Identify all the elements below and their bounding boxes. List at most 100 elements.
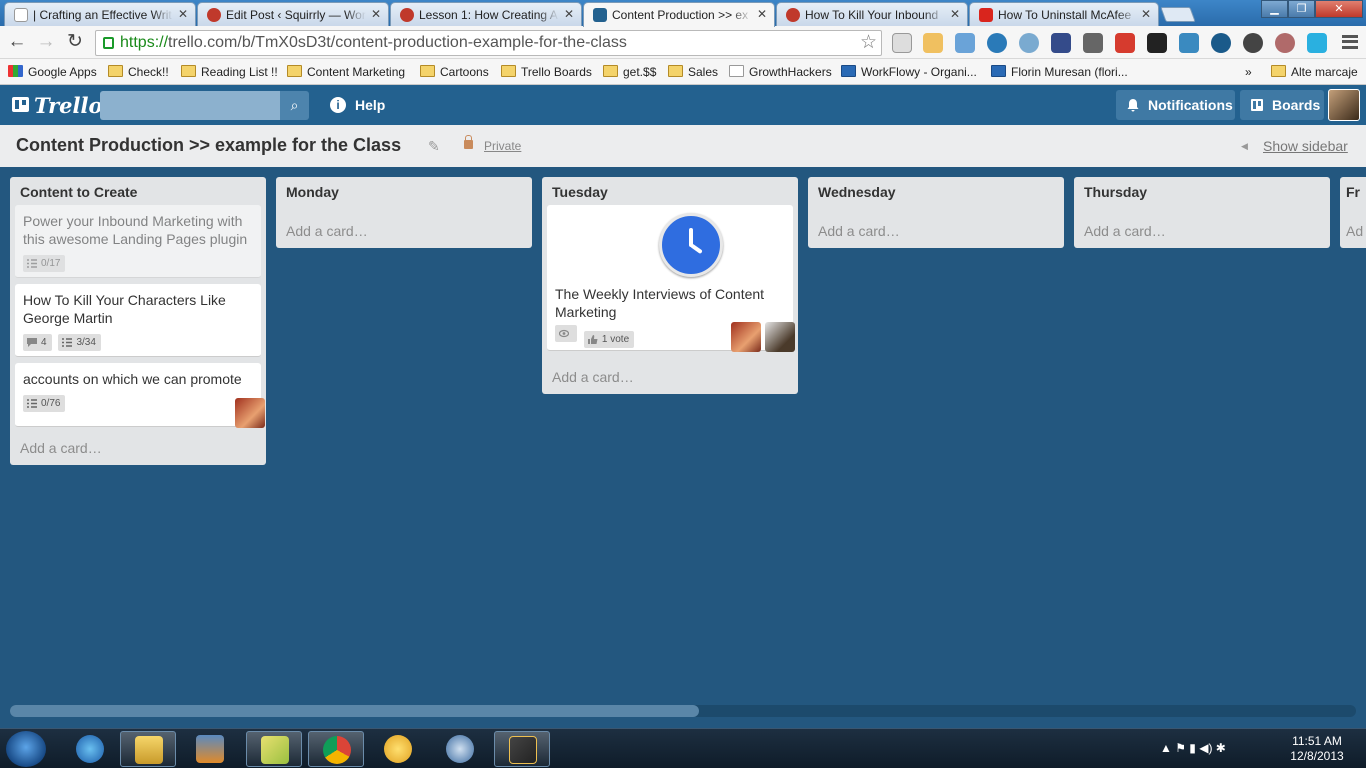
pocket-icon[interactable]	[1083, 33, 1103, 53]
votes-badge: 1 vote	[583, 331, 635, 348]
card[interactable]: The Weekly Interviews of Content Marketi…	[547, 205, 795, 352]
browser-tab[interactable]: | Crafting an Effective Writ ✕	[4, 2, 196, 26]
extension-icon[interactable]	[955, 33, 975, 53]
search-input[interactable]	[100, 91, 280, 120]
reload-icon[interactable]: ↻	[64, 32, 86, 54]
user-avatar[interactable]	[1328, 89, 1360, 121]
bookmarks-overflow-button[interactable]: »	[1225, 63, 1252, 81]
add-card-link[interactable]: Add a card…	[808, 205, 1064, 248]
card[interactable]: accounts on which we can promote 0/76	[15, 363, 265, 428]
maximize-button[interactable]: ❐	[1288, 0, 1315, 18]
close-icon[interactable]: ✕	[757, 7, 767, 21]
bookmark-item[interactable]: Content Marketing	[287, 63, 405, 81]
list-title[interactable]: Content to Create	[10, 177, 266, 205]
browser-tab[interactable]: How To Uninstall McAfee ✕	[969, 2, 1159, 26]
bookmark-item[interactable]: GrowthHackers	[729, 63, 832, 81]
bookmark-item[interactable]: Check!!	[108, 63, 169, 81]
back-icon[interactable]: ←	[6, 32, 28, 54]
bookmark-item[interactable]: Reading List !!	[181, 63, 278, 81]
taskbar-item[interactable]	[246, 731, 302, 767]
address-bar[interactable]: https://trello.com/b/TmX0sD3t/content-pr…	[95, 30, 882, 56]
minimize-button[interactable]: ▁	[1261, 0, 1288, 18]
add-card-link[interactable]: Add a card…	[542, 357, 798, 394]
folder-icon	[1271, 65, 1286, 77]
bookmark-star-icon[interactable]: ☆	[860, 31, 877, 55]
member-avatar[interactable]	[235, 398, 265, 428]
extension-icon[interactable]	[1147, 33, 1167, 53]
scrollbar-thumb[interactable]	[10, 705, 699, 717]
extension-icon[interactable]	[1019, 33, 1039, 53]
bookmark-item[interactable]: WorkFlowy - Organi...	[841, 63, 977, 81]
extension-icon[interactable]	[892, 33, 912, 53]
list-title[interactable]: Fr	[1340, 177, 1366, 205]
browser-tab[interactable]: Lesson 1: How Creating A ✕	[390, 2, 582, 26]
bookmark-item[interactable]: Florin Muresan (flori...	[991, 63, 1128, 81]
new-tab-button[interactable]	[1160, 7, 1196, 22]
bookmark-item[interactable]: Cartoons	[420, 63, 489, 81]
close-icon[interactable]: ✕	[371, 7, 381, 21]
extension-icon[interactable]	[1051, 33, 1071, 53]
extension-icon[interactable]	[1275, 33, 1295, 53]
taskbar-item[interactable]	[432, 731, 488, 767]
close-icon[interactable]: ✕	[950, 7, 960, 21]
taskbar-item[interactable]	[62, 731, 118, 767]
thunderbird-icon	[446, 735, 474, 763]
card[interactable]: Power your Inbound Marketing with this a…	[15, 205, 261, 278]
extension-icon[interactable]	[1115, 33, 1135, 53]
boards-button[interactable]: Boards	[1240, 90, 1324, 120]
chrome-menu-icon[interactable]	[1342, 35, 1358, 49]
extension-icon[interactable]	[1211, 33, 1231, 53]
taskbar-item[interactable]	[308, 731, 364, 767]
member-avatar[interactable]	[731, 322, 761, 352]
add-card-link[interactable]: Add a card…	[10, 433, 266, 465]
board-horizontal-scrollbar[interactable]	[10, 705, 1356, 717]
browser-tab[interactable]: How To Kill Your Inbound ✕	[776, 2, 968, 26]
taskbar-item[interactable]	[182, 731, 238, 767]
system-tray[interactable]: ▲ ⚑ ▮ ◀) ✱	[1160, 741, 1226, 755]
close-icon[interactable]: ✕	[1141, 7, 1151, 21]
extension-icon[interactable]	[923, 33, 943, 53]
bookmark-item[interactable]: Sales	[668, 63, 718, 81]
trello-logo[interactable]: Trello	[12, 93, 103, 118]
start-button[interactable]	[6, 731, 46, 767]
extension-icon[interactable]	[1243, 33, 1263, 53]
close-icon[interactable]: ✕	[564, 7, 574, 21]
help-button[interactable]: i Help	[330, 95, 385, 115]
list-title[interactable]: Tuesday	[542, 177, 798, 205]
pencil-icon[interactable]: ✎	[428, 138, 440, 155]
extension-icon[interactable]	[1307, 33, 1327, 53]
taskbar-item[interactable]	[370, 731, 426, 767]
member-avatar[interactable]	[765, 322, 795, 352]
add-card-link[interactable]: Add a card…	[276, 205, 532, 248]
list-title[interactable]: Monday	[276, 177, 532, 205]
other-bookmarks[interactable]: Alte marcaje	[1271, 63, 1358, 81]
forward-icon[interactable]: →	[35, 32, 57, 54]
folder-icon	[603, 65, 618, 77]
bookmark-item[interactable]: Trello Boards	[501, 63, 592, 81]
show-sidebar-button[interactable]: ◀ Show sidebar	[1241, 138, 1348, 154]
bookmark-item[interactable]: Google Apps	[8, 63, 97, 81]
close-icon[interactable]: ✕	[178, 7, 188, 21]
window-close-button[interactable]: ✕	[1315, 0, 1363, 18]
list-title[interactable]: Wednesday	[808, 177, 1064, 205]
card[interactable]: How To Kill Your Characters Like George …	[15, 284, 261, 357]
browser-tab-active[interactable]: Content Production >> ex ✕	[583, 2, 775, 27]
tab-title: Content Production >> ex	[612, 8, 749, 22]
checklist-badge: 0/17	[23, 255, 66, 272]
extension-icon[interactable]	[1179, 33, 1199, 53]
bookmark-item[interactable]: get.$$	[603, 63, 656, 81]
browser-tab[interactable]: Edit Post ‹ Squirrly — Wor ✕	[197, 2, 389, 26]
add-card-link[interactable]: Add a card…	[1074, 205, 1330, 248]
show-sidebar-label: Show sidebar	[1263, 138, 1348, 154]
board-title[interactable]: Content Production >> example for the Cl…	[16, 135, 401, 156]
privacy-button[interactable]: Private	[464, 135, 521, 153]
extension-icon[interactable]	[987, 33, 1007, 53]
notifications-button[interactable]: Notifications	[1116, 90, 1235, 120]
tab-title: Edit Post ‹ Squirrly — Wor	[226, 8, 366, 22]
taskbar-item[interactable]	[120, 731, 176, 767]
search-icon[interactable]: ⌕	[280, 91, 309, 120]
list-title[interactable]: Thursday	[1074, 177, 1330, 205]
add-card-link[interactable]: Ad	[1340, 205, 1366, 248]
taskbar-item[interactable]	[494, 731, 550, 767]
taskbar-clock[interactable]: 11:51 AM 12/8/2013	[1272, 734, 1362, 764]
